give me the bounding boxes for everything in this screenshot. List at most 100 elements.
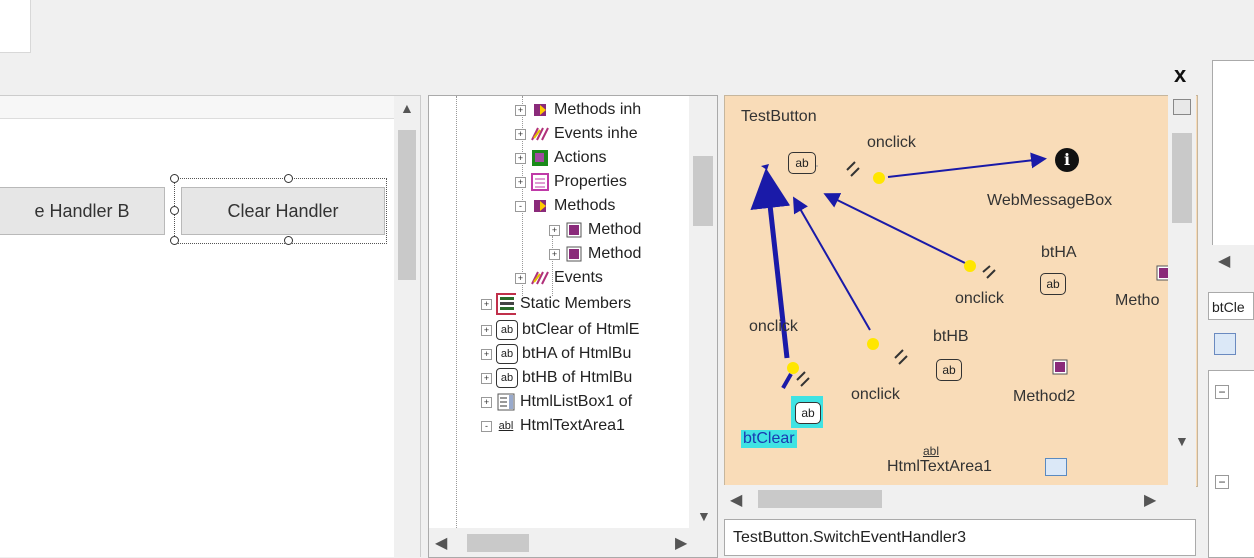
scroll-down-icon[interactable]: ▼ — [1175, 433, 1189, 449]
expand-icon[interactable]: + — [515, 272, 526, 284]
method-icon — [530, 197, 550, 215]
collapse-icon[interactable]: - — [515, 200, 526, 212]
expand-icon[interactable]: + — [549, 224, 560, 236]
expand-icon[interactable]: + — [481, 372, 492, 384]
onclick-event-label[interactable]: onclick — [867, 134, 916, 152]
expand-icon[interactable]: + — [481, 348, 492, 360]
scroll-left-icon[interactable]: ◀ — [730, 490, 742, 510]
textarea-icon[interactable]: abl — [923, 444, 939, 458]
tree-item[interactable]: + Properties — [515, 170, 627, 194]
collapse-icon[interactable]: − — [1215, 385, 1229, 399]
onclick-event-label[interactable]: onclick — [955, 290, 1004, 308]
expand-icon[interactable]: + — [549, 248, 560, 260]
btclear-node-label[interactable]: btClear — [741, 430, 797, 448]
btha-node-label[interactable]: btHA — [1041, 244, 1077, 262]
tree-item[interactable]: + Method — [549, 242, 641, 266]
scroll-thumb[interactable] — [758, 490, 882, 508]
scroll-thumb[interactable] — [693, 156, 713, 226]
preview-panel[interactable] — [1212, 60, 1254, 247]
web-message-box-label[interactable]: WebMessageBox — [987, 192, 1112, 210]
expand-icon[interactable]: + — [481, 298, 492, 310]
preview-horizontal-scrollbar[interactable]: ◀ — [1212, 245, 1254, 275]
tree-item[interactable]: + HtmlListBox1 of — [481, 390, 632, 414]
object-name-field[interactable]: btCle — [1208, 292, 1254, 320]
categorized-view-icon[interactable] — [1214, 333, 1236, 355]
tree-vertical-scrollbar[interactable]: ▼ — [689, 96, 717, 528]
design-surface-header — [0, 96, 395, 119]
method2-node-label[interactable]: Method2 — [1013, 388, 1075, 406]
method-node-label[interactable]: Metho — [1115, 292, 1159, 310]
resize-handle[interactable] — [170, 236, 179, 245]
ab-icon: ab — [496, 368, 518, 388]
collapse-icon[interactable]: − — [1215, 475, 1229, 489]
selection-outline — [174, 178, 387, 244]
object-tree-panel[interactable]: + Methods inh + Events inhe + Actions + … — [428, 95, 718, 558]
scroll-left-icon[interactable]: ◀ — [1218, 251, 1230, 271]
expand-icon[interactable]: + — [515, 176, 526, 188]
graph-horizontal-scrollbar[interactable]: ◀ ▶ — [724, 485, 1196, 513]
tree-item[interactable]: + Events inhe — [515, 122, 638, 146]
tree-item-label: HtmlTextArea1 — [520, 417, 625, 434]
tree-item[interactable]: + ab btHA of HtmlBu — [481, 342, 631, 366]
property-grid-toolbar[interactable] — [1208, 325, 1254, 365]
resize-handle[interactable] — [170, 206, 179, 215]
method-item-icon — [564, 245, 584, 263]
expand-icon[interactable]: + — [481, 396, 492, 408]
static-members-icon — [496, 293, 516, 315]
scroll-thumb[interactable] — [398, 130, 416, 280]
handler-b-button[interactable]: e Handler B — [0, 187, 165, 235]
tree-item[interactable]: + ab btHB of HtmlBu — [481, 366, 632, 390]
expand-icon[interactable]: + — [515, 128, 526, 140]
ab-icon[interactable]: ab — [795, 402, 821, 424]
tree-horizontal-scrollbar[interactable]: ◀ ▶ — [429, 528, 717, 557]
tree-item[interactable]: - Methods — [515, 194, 615, 218]
expand-icon[interactable]: + — [515, 152, 526, 164]
scroll-down-icon[interactable]: ▼ — [697, 508, 711, 524]
tree-item-label: Events — [554, 269, 603, 286]
collapse-icon[interactable]: - — [481, 420, 492, 432]
expand-icon[interactable]: + — [481, 324, 492, 336]
method-icon[interactable] — [1051, 358, 1069, 381]
scroll-right-icon[interactable]: ▶ — [675, 533, 687, 553]
tree-item[interactable]: - abl HtmlTextArea1 — [481, 414, 625, 438]
scroll-thumb[interactable] — [467, 534, 529, 552]
ab-icon[interactable]: ab — [788, 152, 816, 174]
html-text-area-node-label[interactable]: HtmlTextArea1 — [887, 458, 992, 476]
method-icon — [530, 101, 550, 119]
onclick-event-label[interactable]: onclick — [749, 318, 798, 336]
listbox-icon[interactable] — [1045, 458, 1067, 476]
top-input-field[interactable] — [0, 0, 31, 53]
ab-icon[interactable]: ab — [1040, 273, 1066, 295]
tree-item[interactable]: + Methods inh — [515, 98, 641, 122]
property-grid[interactable]: − − — [1208, 370, 1254, 558]
bthb-node-label[interactable]: btHB — [933, 328, 969, 346]
resize-handle[interactable] — [284, 236, 293, 245]
panel-toggle-icon[interactable] — [1173, 99, 1191, 115]
info-icon[interactable]: i — [1055, 148, 1079, 172]
tree-item[interactable]: + ab btClear of HtmlE — [481, 318, 639, 342]
test-button-node-label[interactable]: TestButton — [741, 108, 817, 126]
design-vertical-scrollbar[interactable]: ▲ — [394, 96, 420, 557]
scroll-up-icon[interactable]: ▲ — [400, 100, 414, 116]
expand-icon[interactable]: + — [515, 104, 526, 116]
tree-item[interactable]: + Static Members — [481, 292, 631, 316]
resize-handle[interactable] — [284, 174, 293, 183]
event-graph-canvas[interactable]: TestButton ab onclick i WebMessageBox bt… — [724, 95, 1198, 487]
onclick-event-label[interactable]: onclick — [851, 386, 900, 404]
close-icon[interactable]: x — [1174, 62, 1186, 88]
method-item-icon — [564, 221, 584, 239]
tree-item[interactable]: + Actions — [515, 146, 606, 170]
tree-item[interactable]: + Method — [549, 218, 641, 242]
scroll-left-icon[interactable]: ◀ — [435, 533, 447, 553]
tree-item[interactable]: + Events — [515, 266, 603, 290]
scroll-thumb[interactable] — [1172, 133, 1192, 223]
graph-vertical-scrollbar[interactable]: ▼ — [1168, 95, 1196, 485]
design-surface[interactable]: e Handler B Clear Handler ▲ — [0, 95, 421, 557]
tree-item-label: Method — [588, 245, 642, 262]
tree-item-label: Properties — [554, 173, 627, 190]
scroll-right-icon[interactable]: ▶ — [1144, 490, 1156, 510]
ab-icon[interactable]: ab — [936, 359, 962, 381]
resize-handle[interactable] — [170, 174, 179, 183]
listbox-icon — [496, 393, 516, 411]
ab-icon: ab — [496, 320, 518, 340]
